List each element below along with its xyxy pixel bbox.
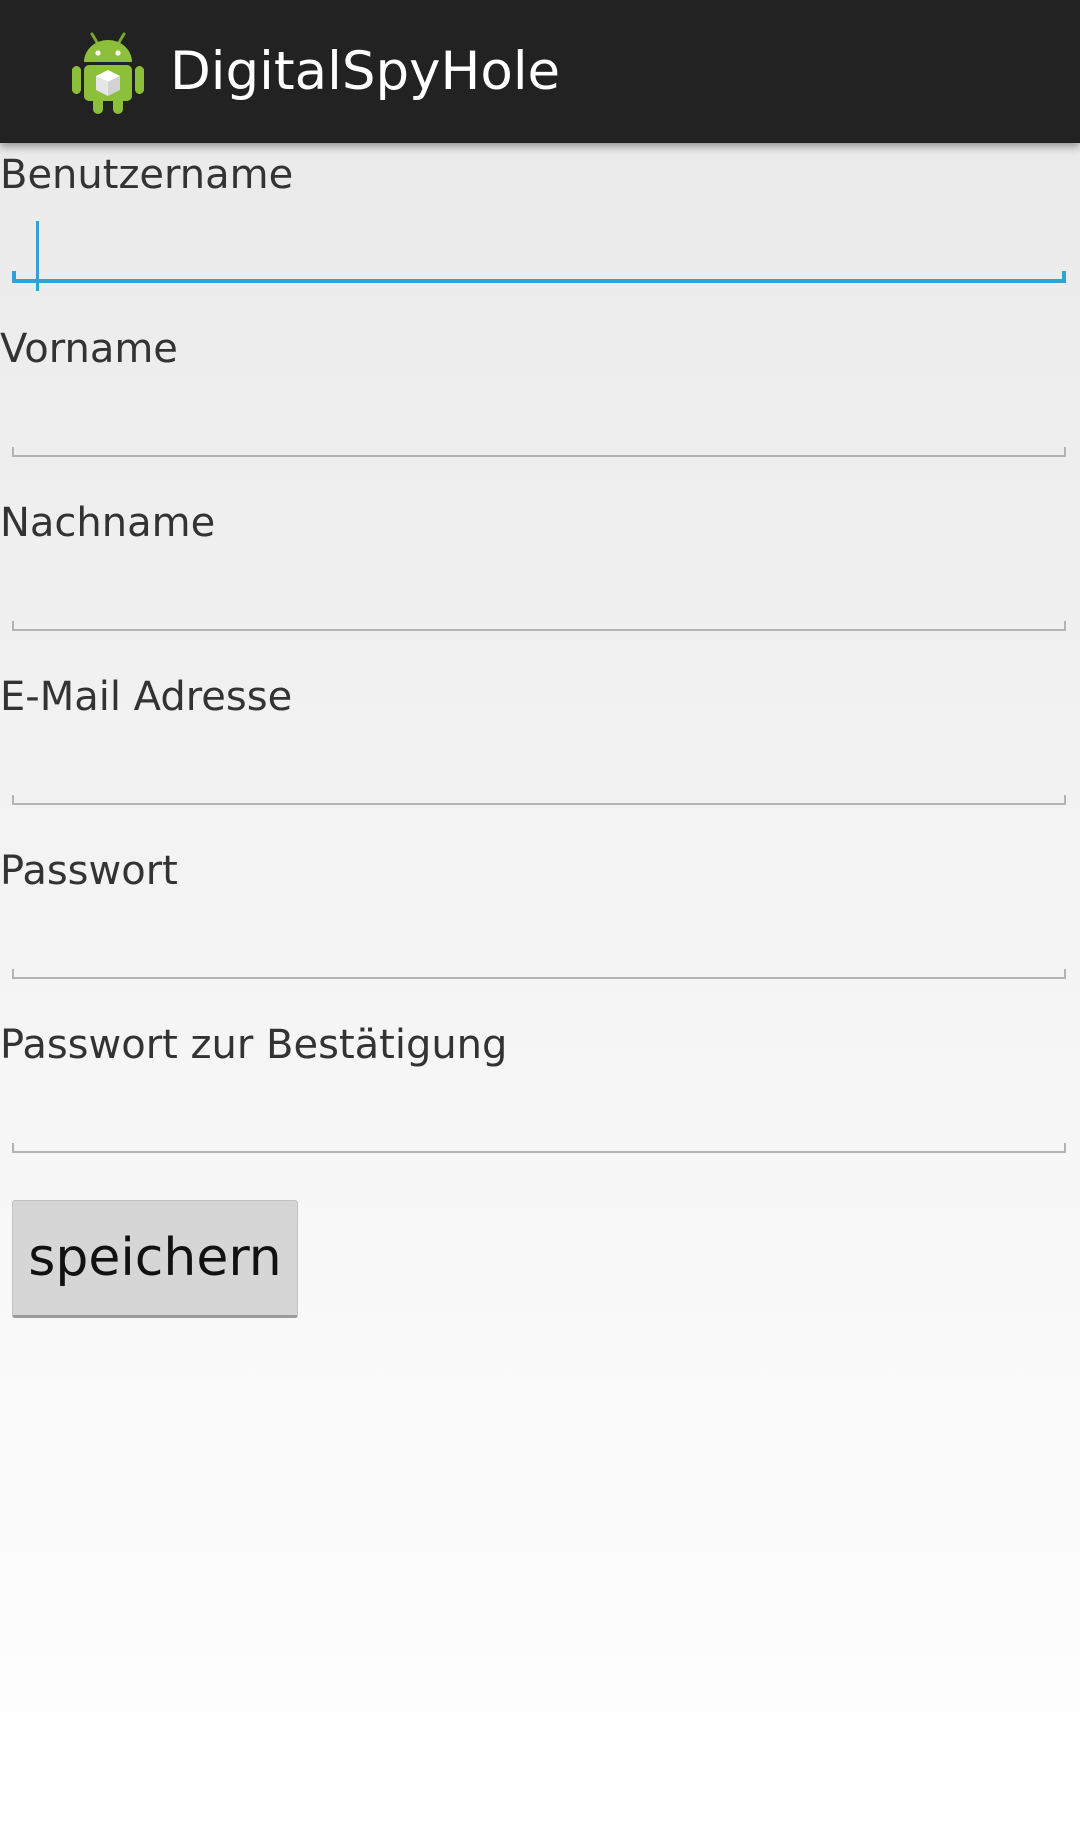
action-bar: DigitalSpyHole bbox=[0, 0, 1080, 143]
username-input-underline bbox=[12, 271, 1066, 283]
field-label-username: Benutzername bbox=[0, 152, 294, 198]
field-username: Benutzername bbox=[0, 143, 1080, 317]
username-input[interactable] bbox=[12, 207, 1066, 281]
android-app-icon bbox=[72, 32, 144, 114]
lastname-input-underline bbox=[12, 621, 1066, 631]
field-label-email: E-Mail Adresse bbox=[0, 674, 293, 720]
password-confirm-input-underline bbox=[12, 1143, 1066, 1153]
password-confirm-input[interactable] bbox=[12, 1077, 1066, 1151]
field-password-confirm: Passwort zur Bestätigung bbox=[0, 1013, 1080, 1187]
field-password: Passwort bbox=[0, 839, 1080, 1013]
firstname-input-underline bbox=[12, 447, 1066, 457]
firstname-input[interactable] bbox=[12, 381, 1066, 455]
field-email: E-Mail Adresse bbox=[0, 665, 1080, 839]
registration-form: Benutzername Vorname Nachname E-Mail Adr… bbox=[0, 143, 1080, 1187]
field-label-lastname: Nachname bbox=[0, 500, 216, 546]
lastname-input[interactable] bbox=[12, 555, 1066, 629]
field-label-password-confirm: Passwort zur Bestätigung bbox=[0, 1022, 508, 1068]
field-firstname: Vorname bbox=[0, 317, 1080, 491]
field-label-firstname: Vorname bbox=[0, 326, 178, 372]
email-input-underline bbox=[12, 795, 1066, 805]
save-button[interactable]: speichern bbox=[12, 1200, 298, 1318]
app-title: DigitalSpyHole bbox=[170, 41, 561, 102]
field-label-password: Passwort bbox=[0, 848, 178, 894]
email-input[interactable] bbox=[12, 729, 1066, 803]
password-input[interactable] bbox=[12, 903, 1066, 977]
field-lastname: Nachname bbox=[0, 491, 1080, 665]
password-input-underline bbox=[12, 969, 1066, 979]
